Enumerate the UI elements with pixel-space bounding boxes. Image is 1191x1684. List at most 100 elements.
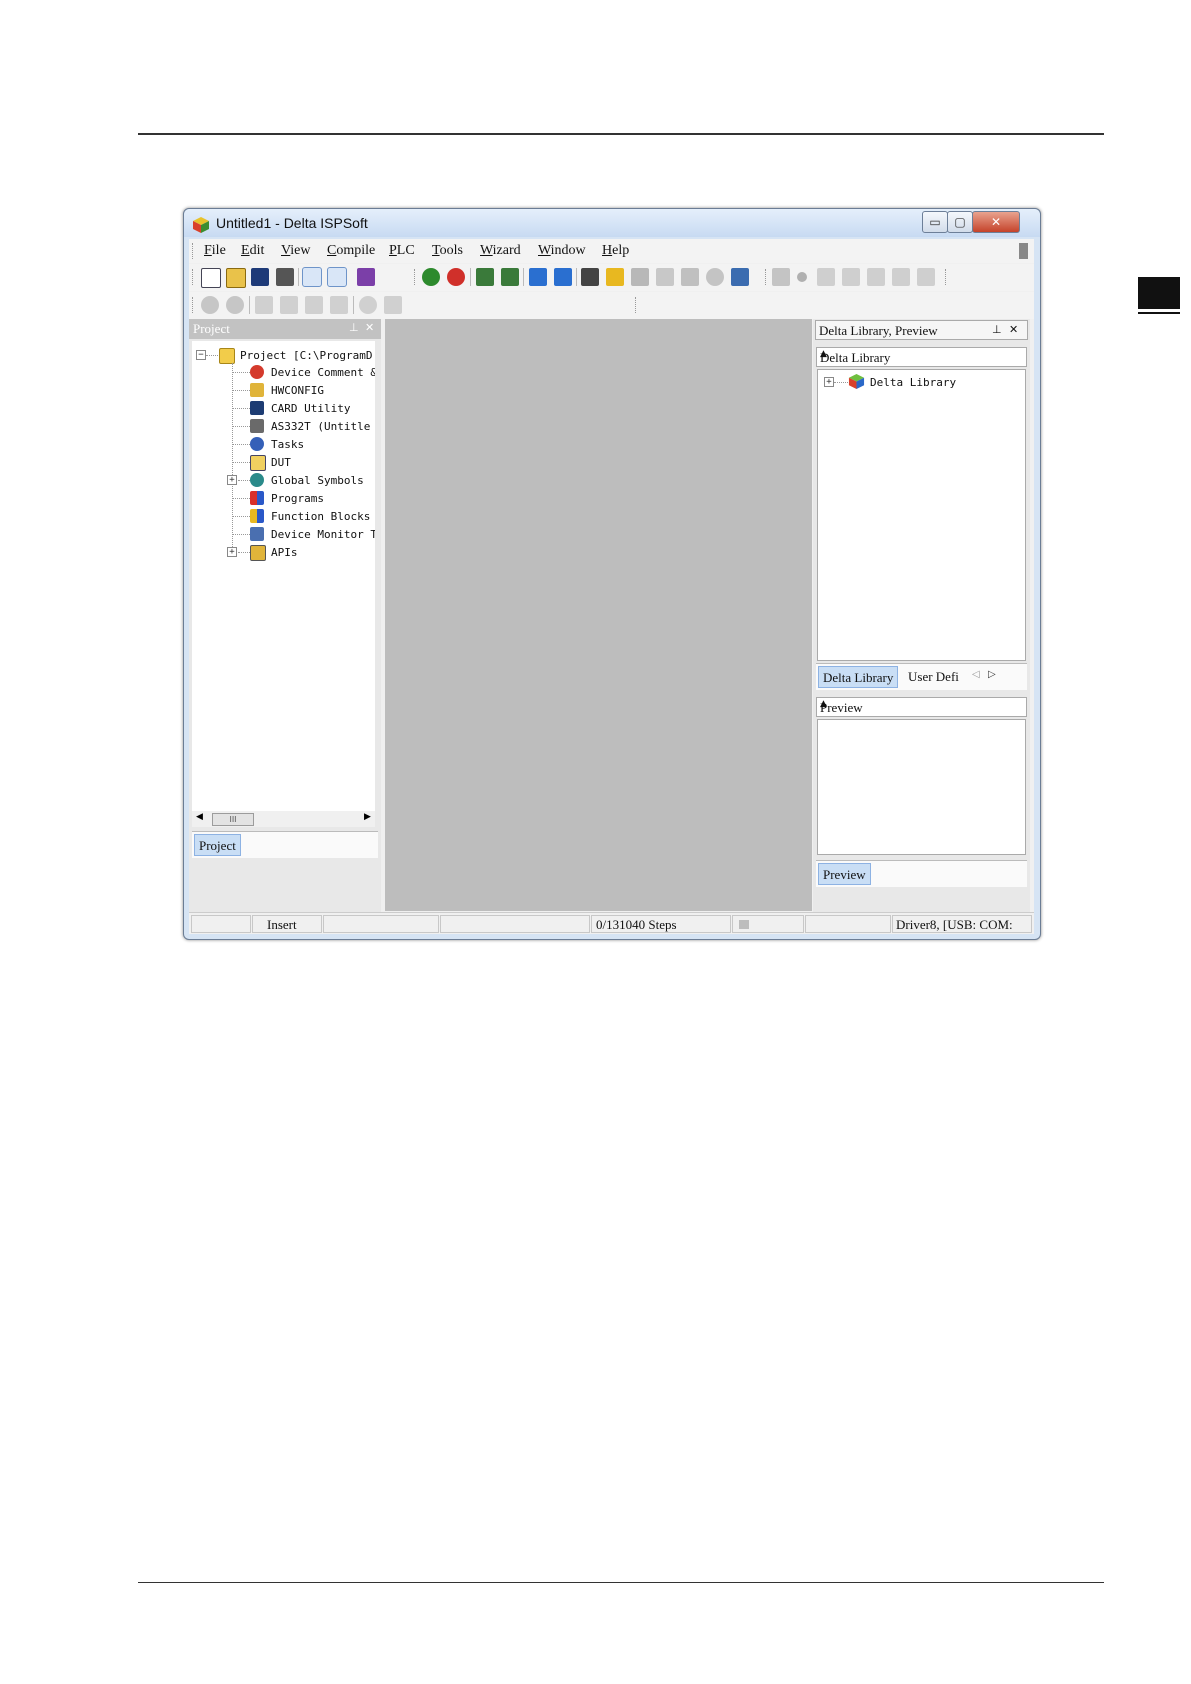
library-preview-pane: Delta Library, Preview ⊥ ✕ Delta Library…: [813, 319, 1030, 919]
menu-compile[interactable]: Compile: [327, 243, 375, 259]
status-cell-indicator: [732, 915, 804, 933]
status-indicator-icon: [739, 920, 749, 929]
toolbar-grip[interactable]: [192, 269, 195, 285]
chapter-tab-underline: [1138, 312, 1180, 314]
tree-item[interactable]: DUT: [271, 456, 291, 469]
replace-icon: [384, 296, 402, 314]
edit-pencil-icon[interactable]: [581, 268, 599, 286]
scroll-thumb[interactable]: III: [212, 813, 254, 826]
tree-line: [232, 498, 250, 499]
step-into-icon: [817, 268, 835, 286]
status-mode: Insert: [267, 917, 297, 932]
tab-project[interactable]: Project: [194, 834, 241, 856]
close-button[interactable]: ✕: [972, 211, 1020, 233]
disabled-tool-icon: [656, 268, 674, 286]
project-pane-title: Project: [193, 321, 230, 336]
upload-icon[interactable]: [476, 268, 494, 286]
pin-icon[interactable]: ⊥: [992, 323, 1002, 336]
close-pane-icon[interactable]: ✕: [1009, 323, 1018, 336]
tab-scroll-left-icon[interactable]: ◁: [972, 669, 980, 680]
settings-tool-icon[interactable]: [731, 268, 749, 286]
tree-item[interactable]: HWCONFIG: [271, 384, 324, 397]
menu-wizard[interactable]: Wizard: [480, 243, 521, 259]
delta-library-node[interactable]: Delta Library: [870, 376, 956, 389]
toolbar-separator: [353, 296, 354, 314]
menu-bar: File Edit View Compile PLC Tools Wizard …: [189, 239, 1034, 263]
stop-icon[interactable]: [447, 268, 465, 286]
toolbar-grip[interactable]: [192, 297, 195, 313]
online-monitor-icon[interactable]: [529, 268, 547, 286]
collapse-toggle[interactable]: −: [196, 350, 206, 360]
global-symbols-icon: [250, 473, 264, 487]
tree-line: [834, 382, 848, 383]
device-monitor-icon[interactable]: [554, 268, 572, 286]
communication-icon[interactable]: [606, 268, 624, 286]
tree-item[interactable]: Programs: [271, 492, 324, 505]
expand-toggle[interactable]: +: [227, 475, 237, 485]
save-icon[interactable]: [251, 268, 269, 286]
tree-item[interactable]: CARD Utility: [271, 402, 350, 415]
collapse-arrow-icon[interactable]: ▲: [820, 349, 1020, 359]
disabled-tool-icon: [706, 268, 724, 286]
tree-line: [232, 534, 250, 535]
menu-plc[interactable]: PLC: [389, 243, 415, 259]
project-pane-header: Project ⊥ ✕: [189, 319, 381, 339]
preview-header[interactable]: Preview ▲: [816, 697, 1027, 717]
dut-icon: [250, 455, 266, 471]
menu-help[interactable]: Help: [602, 243, 629, 259]
toolbar-grip[interactable]: [945, 269, 948, 285]
menu-tools[interactable]: Tools: [432, 243, 463, 259]
device-comment-icon: [250, 365, 264, 379]
toolbar-grip[interactable]: [635, 297, 638, 313]
library-book-icon[interactable]: [357, 268, 375, 286]
menu-file[interactable]: File: [204, 243, 226, 259]
tab-preview[interactable]: Preview: [818, 863, 871, 885]
menu-view[interactable]: View: [281, 243, 311, 259]
expand-toggle[interactable]: +: [227, 547, 237, 557]
app-logo-icon: [193, 217, 209, 233]
print-icon[interactable]: [276, 268, 294, 286]
tree-item[interactable]: Function Blocks: [271, 510, 370, 523]
right-pane-header: Delta Library, Preview ⊥ ✕: [815, 320, 1028, 340]
toolbar-grip[interactable]: [414, 269, 417, 285]
horizontal-scrollbar[interactable]: ◀ III ▶: [192, 811, 375, 827]
tree-line: [232, 426, 250, 427]
compile-run-icon[interactable]: [422, 268, 440, 286]
tree-item[interactable]: Device Comment &: [271, 366, 375, 379]
apis-icon: [250, 545, 266, 561]
menu-overflow-icon[interactable]: [1019, 243, 1028, 259]
scroll-left-arrow-icon[interactable]: ◀: [196, 812, 203, 822]
status-bar: Insert 0/131040 Steps Driver8, [USB: COM…: [189, 912, 1034, 934]
tab-delta-library[interactable]: Delta Library: [818, 666, 899, 688]
title-bar[interactable]: Untitled1 - Delta ISPSoft ▭ ▢ ✕: [184, 209, 1040, 237]
tree-item[interactable]: Tasks: [271, 438, 304, 451]
collapse-arrow-icon[interactable]: ▲: [820, 699, 1020, 709]
toolbar-grip[interactable]: [765, 269, 768, 285]
project-window-toggle-icon[interactable]: [302, 267, 322, 287]
download-icon[interactable]: [501, 268, 519, 286]
output-window-toggle-icon[interactable]: [327, 267, 347, 287]
scroll-right-arrow-icon[interactable]: ▶: [364, 812, 371, 822]
tree-item[interactable]: AS332T (Untitle: [271, 420, 370, 433]
tree-item[interactable]: Global Symbols: [271, 474, 364, 487]
tab-scroll-right-icon[interactable]: ▷: [988, 669, 996, 680]
right-pane-title: Delta Library, Preview: [819, 323, 938, 338]
status-driver: Driver8, [USB: COM:: [896, 917, 1013, 932]
tree-item[interactable]: Device Monitor T: [271, 528, 375, 541]
open-folder-icon[interactable]: [226, 268, 246, 288]
minimize-button[interactable]: ▭: [922, 211, 948, 233]
pin-icon[interactable]: ⊥: [349, 321, 359, 334]
menu-grip[interactable]: [192, 243, 195, 259]
editor-workspace[interactable]: [385, 319, 812, 911]
maximize-button[interactable]: ▢: [947, 211, 973, 233]
tree-item[interactable]: APIs: [271, 546, 298, 559]
delta-library-header[interactable]: Delta Library ▲: [816, 347, 1027, 367]
tab-user-defined[interactable]: User Defi: [904, 666, 966, 688]
cut-icon: [255, 296, 273, 314]
menu-edit[interactable]: Edit: [241, 243, 264, 259]
expand-toggle[interactable]: +: [824, 377, 834, 387]
menu-window[interactable]: Window: [538, 243, 586, 259]
close-pane-icon[interactable]: ✕: [365, 321, 374, 334]
tree-root-label[interactable]: Project [C:\ProgramD: [240, 349, 372, 362]
new-file-icon[interactable]: [201, 268, 221, 288]
